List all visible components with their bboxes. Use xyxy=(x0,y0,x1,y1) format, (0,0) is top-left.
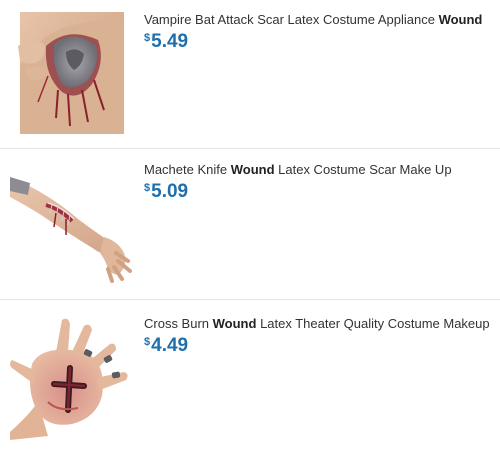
product-title-link[interactable]: Machete Knife Wound Latex Costume Scar M… xyxy=(144,161,494,178)
title-text: Machete Knife xyxy=(144,162,231,177)
list-item[interactable]: Vampire Bat Attack Scar Latex Costume Ap… xyxy=(0,0,500,148)
product-price: $4.49 xyxy=(144,334,188,358)
product-results-list: Vampire Bat Attack Scar Latex Costume Ap… xyxy=(0,0,500,449)
title-highlight: Wound xyxy=(212,316,257,331)
list-item[interactable]: Machete Knife Wound Latex Costume Scar M… xyxy=(0,149,500,299)
hand-wound-image-graphic xyxy=(10,318,128,440)
product-title-link[interactable]: Vampire Bat Attack Scar Latex Costume Ap… xyxy=(144,11,494,28)
price-currency: $ xyxy=(144,32,151,44)
title-highlight: Wound xyxy=(438,12,483,27)
price-currency: $ xyxy=(144,182,151,194)
title-text-end: Latex Costume Scar Make Up xyxy=(274,162,452,177)
shoulder-wound-image-graphic xyxy=(18,12,124,134)
arm-wound-image-graphic xyxy=(10,177,132,283)
list-item[interactable]: Cross Burn Wound Latex Theater Quality C… xyxy=(0,300,500,449)
price-amount: 4.49 xyxy=(151,335,189,356)
product-price: $5.09 xyxy=(144,180,188,204)
title-highlight: Wound xyxy=(230,162,275,177)
product-title-link[interactable]: Cross Burn Wound Latex Theater Quality C… xyxy=(144,315,494,332)
hand-wound-image[interactable] xyxy=(8,312,136,440)
price-currency: $ xyxy=(144,336,151,348)
title-text: Vampire Bat Attack Scar Latex Costume Ap… xyxy=(144,12,439,27)
title-text: Cross Burn xyxy=(144,316,213,331)
title-text-end: Latex Theater Quality Costume Makeup xyxy=(256,316,490,331)
shoulder-wound-image[interactable] xyxy=(8,6,136,134)
price-amount: 5.09 xyxy=(151,181,189,202)
price-amount: 5.49 xyxy=(151,31,189,52)
product-price: $5.49 xyxy=(144,30,188,54)
arm-wound-image[interactable] xyxy=(8,157,136,285)
